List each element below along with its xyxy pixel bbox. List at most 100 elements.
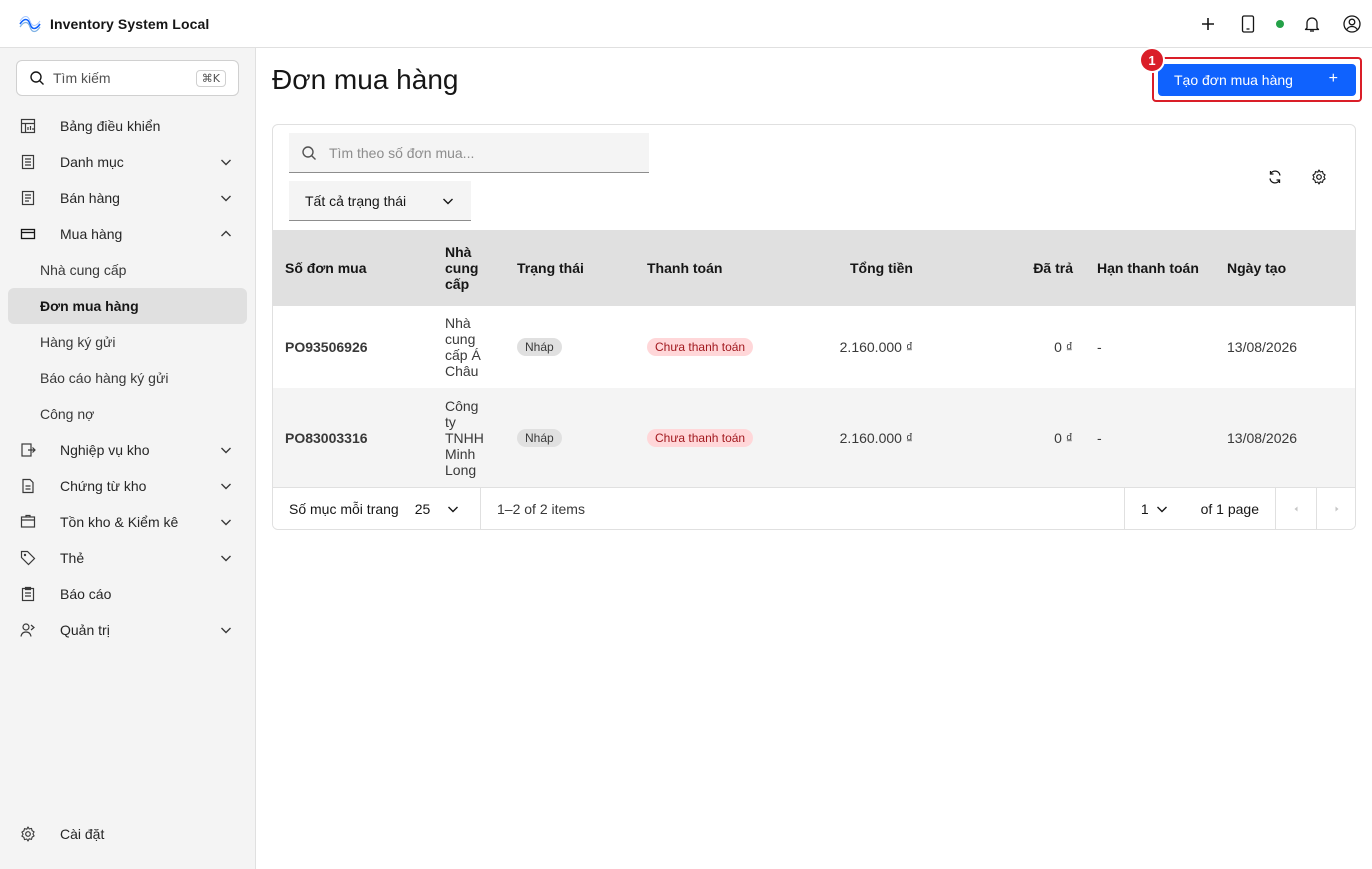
sidebar-item-inventory[interactable]: Tồn kho & Kiểm kê — [0, 504, 255, 540]
sidebar-item-dashboard[interactable]: Bảng điều khiển — [0, 108, 255, 144]
payment-cell: Chưa thanh toán — [635, 388, 775, 487]
sidebar-item-warehouse-ops[interactable]: Nghiệp vụ kho — [0, 432, 255, 468]
plus-icon — [1202, 18, 1214, 30]
page-number: 1 — [1140, 501, 1149, 517]
create-button-highlight: Tạo đơn mua hàng + — [1152, 57, 1362, 102]
column-header-paid[interactable]: Đã trả — [925, 230, 1085, 306]
previous-page-button[interactable] — [1275, 488, 1316, 529]
created-date-cell: 13/08/2026 — [1227, 339, 1298, 355]
sidebar-subitem-purchase-orders[interactable]: Đơn mua hàng — [8, 288, 247, 324]
chevron-down-icon — [221, 519, 231, 526]
sidebar-search-placeholder: Tìm kiếm — [53, 70, 111, 86]
user-profile-button[interactable] — [1332, 0, 1372, 48]
sidebar-subitem-consignment-report[interactable]: Báo cáo hàng ký gửi — [0, 360, 255, 396]
caret-left-icon — [1294, 506, 1298, 512]
chevron-down-icon — [221, 483, 231, 490]
document-icon — [22, 478, 34, 494]
bell-icon — [1304, 17, 1320, 32]
payment-status-badge: Chưa thanh toán — [647, 428, 754, 447]
per-page-label: Số mục mỗi trang — [289, 500, 399, 517]
search-shortcut: ⌘K — [195, 69, 226, 87]
per-page-select[interactable]: Số mục mỗi trang 25 — [273, 488, 481, 529]
payment-status-badge: Chưa thanh toán — [647, 338, 754, 356]
plus-icon: + — [1328, 70, 1338, 87]
online-status-dot — [1276, 20, 1284, 28]
purchase-order-table-panel: Tìm theo số đơn mua... Tất cả trạng thái… — [272, 124, 1356, 530]
refresh-icon — [1269, 170, 1281, 184]
sidebar-item-admin[interactable]: Quản trị — [0, 612, 255, 648]
add-button[interactable] — [1188, 0, 1228, 48]
sidebar-item-purchase[interactable]: Mua hàng — [0, 216, 255, 252]
total-pages: of 1 page — [1200, 501, 1259, 517]
search-icon — [302, 145, 316, 160]
brand[interactable]: Inventory System Local — [18, 15, 209, 33]
created-date-cell: 13/08/2026 — [1227, 429, 1298, 446]
table-settings-button[interactable] — [1303, 161, 1335, 193]
status-filter-dropdown[interactable]: Tất cả trạng thái — [289, 181, 471, 221]
column-header-payment[interactable]: Thanh toán — [635, 230, 775, 306]
chevron-down-icon — [448, 506, 459, 512]
column-header-total[interactable]: Tổng tiền — [775, 230, 925, 306]
refresh-button[interactable] — [1259, 161, 1291, 193]
sidebar-item-tags[interactable]: Thẻ — [0, 540, 255, 576]
column-header-po-number[interactable]: Số đơn mua — [273, 230, 433, 306]
total-cell: 2.160.000 ₫ — [839, 429, 913, 446]
create-purchase-order-button[interactable]: Tạo đơn mua hàng + — [1158, 64, 1356, 96]
paid-cell: 0 ₫ — [1054, 339, 1073, 355]
table-row[interactable]: PO83003316 Công ty TNHH Minh Long Nháp C… — [273, 388, 1355, 487]
chevron-down-icon — [221, 159, 231, 166]
chevron-down-icon — [221, 447, 231, 454]
sidebar-item-sales[interactable]: Bán hàng — [0, 180, 255, 216]
column-header-supplier[interactable]: Nhà cung cấp — [433, 230, 505, 306]
tag-icon — [20, 550, 36, 566]
report-icon — [21, 586, 35, 602]
brand-logo-icon — [19, 15, 41, 32]
status-cell: Nháp — [505, 388, 635, 487]
po-number-cell: PO93506926 — [285, 339, 368, 355]
purchase-icon — [20, 228, 36, 240]
due-date-cell: - — [1097, 429, 1102, 446]
sidebar-subitem-suppliers[interactable]: Nhà cung cấp — [0, 252, 255, 288]
supplier-cell: Nhà cung cấp Á Châu — [445, 315, 481, 379]
app-title: Inventory System Local — [50, 15, 210, 32]
column-header-status[interactable]: Trạng thái — [505, 230, 635, 306]
sidebar-search[interactable]: Tìm kiếm ⌘K — [16, 60, 239, 96]
po-search-input[interactable]: Tìm theo số đơn mua... — [289, 133, 649, 173]
chevron-down-icon — [221, 195, 231, 202]
annotation-badge: 1 — [1139, 47, 1165, 73]
sidebar-item-reports[interactable]: Báo cáo — [0, 576, 255, 612]
page-title: Đơn mua hàng — [272, 64, 459, 95]
device-button[interactable] — [1228, 0, 1268, 48]
due-date-cell: - — [1097, 339, 1102, 355]
create-button-label: Tạo đơn mua hàng — [1174, 72, 1293, 88]
top-header: Inventory System Local — [0, 0, 1372, 48]
search-icon — [30, 71, 44, 85]
sidebar-item-settings[interactable]: Cài đặt — [0, 816, 255, 852]
purchase-order-table: Số đơn mua Nhà cung cấp Trạng thái Thanh… — [273, 230, 1355, 487]
catalog-icon — [21, 154, 35, 170]
tablet-icon — [1241, 15, 1255, 33]
page-select[interactable]: 1 — [1123, 488, 1185, 529]
column-header-created-date[interactable]: Ngày tạo — [1215, 230, 1355, 306]
sidebar-subitem-consignment[interactable]: Hàng ký gửi — [0, 324, 255, 360]
dashboard-icon — [20, 118, 36, 134]
supplier-cell: Công ty TNHH Minh Long — [445, 397, 484, 478]
per-page-value: 25 — [414, 500, 431, 517]
sidebar-subitem-debts[interactable]: Công nợ — [0, 396, 255, 432]
notifications-button[interactable] — [1292, 0, 1332, 48]
chevron-down-icon — [221, 627, 231, 634]
chevron-down-icon — [221, 555, 231, 562]
table-row[interactable]: PO93506926 Nhà cung cấp Á Châu Nháp Chưa… — [273, 306, 1355, 388]
sidebar-item-catalog[interactable]: Danh mục — [0, 144, 255, 180]
status-badge: Nháp — [517, 428, 562, 447]
status-filter-value: Tất cả trạng thái — [305, 192, 407, 209]
total-cell: 2.160.000 ₫ — [839, 339, 913, 355]
chevron-up-icon — [221, 230, 231, 237]
chevron-down-icon — [1156, 506, 1167, 513]
po-number-cell: PO83003316 — [285, 429, 368, 446]
payment-cell: Chưa thanh toán — [635, 306, 775, 388]
column-header-due-date[interactable]: Hạn thanh toán — [1085, 230, 1215, 306]
sidebar-item-documents[interactable]: Chứng từ kho — [0, 468, 255, 504]
next-page-button[interactable] — [1316, 488, 1355, 529]
gear-icon — [1312, 169, 1326, 185]
